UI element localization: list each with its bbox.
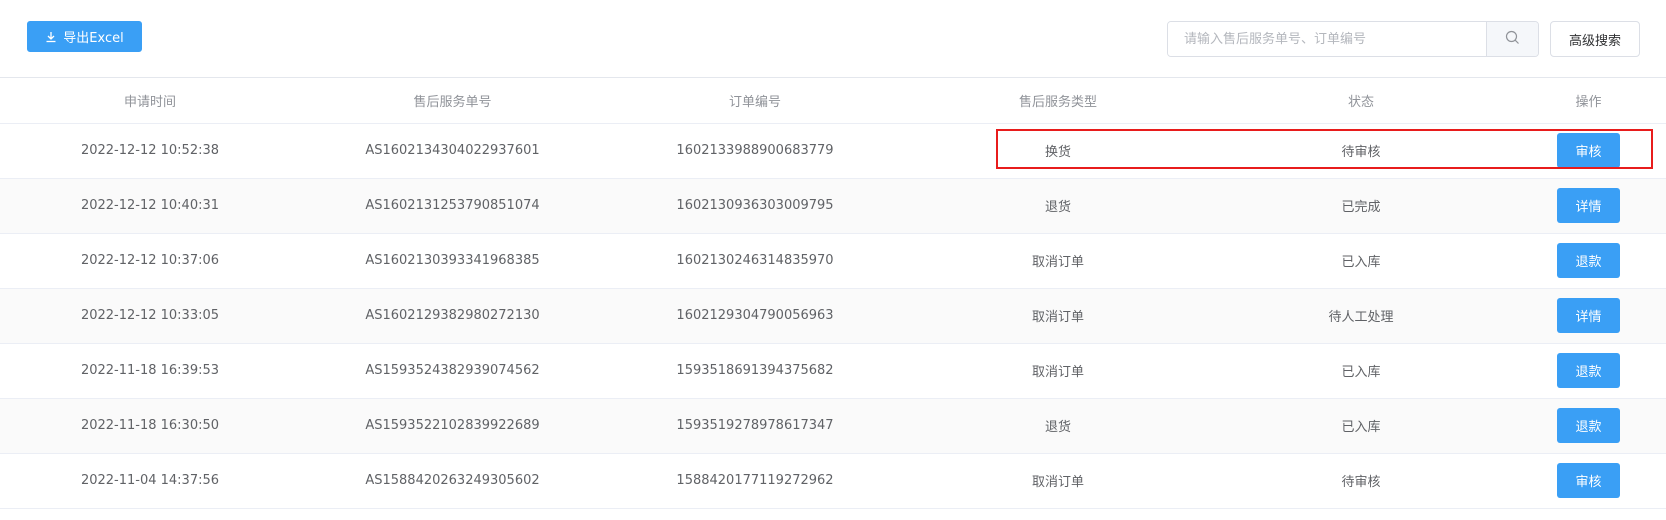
cell-service-type: 取消订单 — [905, 288, 1211, 344]
table-row: 2022-12-12 10:52:38 AS160213430402293760… — [0, 123, 1666, 179]
cell-action: 审核 — [1511, 453, 1666, 509]
toolbar: 导出Excel 高级搜索 — [0, 0, 1666, 78]
cell-service-no: AS1593522102839922689 — [300, 398, 605, 454]
column-header-service-no: 售后服务单号 — [300, 78, 605, 124]
cell-service-no: AS1588420263249305602 — [300, 453, 605, 509]
table-row: 2022-11-04 14:37:56 AS158842026324930560… — [0, 453, 1666, 509]
cell-service-type: 取消订单 — [905, 233, 1211, 289]
cell-action: 详情 — [1511, 178, 1666, 234]
table-row: 2022-12-12 10:37:06 AS160213039334196838… — [0, 233, 1666, 289]
detail-button[interactable]: 详情 — [1557, 188, 1620, 223]
export-excel-label: 导出Excel — [63, 31, 124, 46]
cell-action: 退款 — [1511, 343, 1666, 399]
cell-status: 已完成 — [1211, 178, 1511, 234]
review-button[interactable]: 审核 — [1557, 463, 1620, 498]
review-button[interactable]: 审核 — [1557, 133, 1620, 168]
cell-apply-time: 2022-12-12 10:40:31 — [0, 178, 300, 234]
cell-status: 待审核 — [1211, 123, 1511, 179]
cell-order-no: 1602129304790056963 — [605, 288, 905, 344]
cell-service-no: AS1602130393341968385 — [300, 233, 605, 289]
cell-status: 待审核 — [1211, 453, 1511, 509]
detail-button[interactable]: 详情 — [1557, 298, 1620, 333]
column-header-apply-time: 申请时间 — [0, 78, 300, 124]
column-header-order-no: 订单编号 — [605, 78, 905, 124]
cell-order-no: 1588420177119272962 — [605, 453, 905, 509]
table-row: 2022-12-12 10:33:05 AS160212938298027213… — [0, 288, 1666, 344]
export-excel-button[interactable]: 导出Excel — [27, 21, 142, 52]
cell-apply-time: 2022-11-04 14:37:56 — [0, 453, 300, 509]
refund-button[interactable]: 退款 — [1557, 353, 1620, 388]
cell-status: 已入库 — [1211, 398, 1511, 454]
cell-order-no: 1602133988900683779 — [605, 123, 905, 179]
column-header-status: 状态 — [1211, 78, 1511, 124]
cell-service-type: 取消订单 — [905, 343, 1211, 399]
cell-apply-time: 2022-12-12 10:37:06 — [0, 233, 300, 289]
cell-action: 详情 — [1511, 288, 1666, 344]
cell-service-no: AS1593524382939074562 — [300, 343, 605, 399]
cell-order-no: 1593519278978617347 — [605, 398, 905, 454]
after-sales-table: 申请时间 售后服务单号 订单编号 售后服务类型 状态 操作 2022-12-12… — [0, 78, 1666, 509]
cell-order-no: 1602130936303009795 — [605, 178, 905, 234]
cell-action: 退款 — [1511, 233, 1666, 289]
cell-apply-time: 2022-12-12 10:33:05 — [0, 288, 300, 344]
cell-apply-time: 2022-11-18 16:30:50 — [0, 398, 300, 454]
cell-apply-time: 2022-11-18 16:39:53 — [0, 343, 300, 399]
cell-service-type: 换货 — [905, 123, 1211, 179]
refund-button[interactable]: 退款 — [1557, 408, 1620, 443]
cell-service-type: 退货 — [905, 398, 1211, 454]
cell-service-no: AS1602131253790851074 — [300, 178, 605, 234]
advanced-search-button[interactable]: 高级搜索 — [1550, 21, 1640, 57]
cell-service-type: 取消订单 — [905, 453, 1211, 509]
cell-action: 退款 — [1511, 398, 1666, 454]
table-header-row: 申请时间 售后服务单号 订单编号 售后服务类型 状态 操作 — [0, 78, 1666, 124]
search-group — [1167, 21, 1539, 57]
cell-service-no: AS1602134304022937601 — [300, 123, 605, 179]
table-row: 2022-11-18 16:30:50 AS159352210283992268… — [0, 398, 1666, 454]
cell-order-no: 1602130246314835970 — [605, 233, 905, 289]
cell-status: 待人工处理 — [1211, 288, 1511, 344]
cell-status: 已入库 — [1211, 233, 1511, 289]
table-row: 2022-11-18 16:39:53 AS159352438293907456… — [0, 343, 1666, 399]
search-input[interactable] — [1168, 22, 1486, 56]
cell-service-type: 退货 — [905, 178, 1211, 234]
search-icon — [1505, 30, 1520, 49]
cell-action: 审核 — [1511, 123, 1666, 179]
column-header-action: 操作 — [1511, 78, 1666, 124]
cell-service-no: AS1602129382980272130 — [300, 288, 605, 344]
search-button[interactable] — [1486, 22, 1538, 56]
column-header-service-type: 售后服务类型 — [905, 78, 1211, 124]
download-icon — [45, 31, 57, 43]
cell-order-no: 1593518691394375682 — [605, 343, 905, 399]
cell-apply-time: 2022-12-12 10:52:38 — [0, 123, 300, 179]
table-row: 2022-12-12 10:40:31 AS160213125379085107… — [0, 178, 1666, 234]
refund-button[interactable]: 退款 — [1557, 243, 1620, 278]
cell-status: 已入库 — [1211, 343, 1511, 399]
